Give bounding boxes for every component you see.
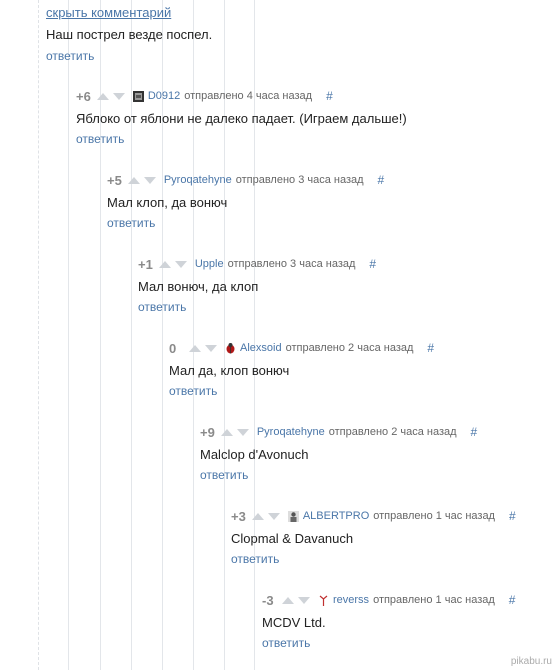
thread-line-0 — [38, 0, 39, 670]
comment-reply-link[interactable]: ответить — [107, 216, 384, 230]
comment-author-link[interactable]: Upple — [195, 258, 224, 270]
comment-reply-link[interactable]: ответить — [138, 300, 376, 314]
downvote-arrow-icon[interactable] — [174, 260, 187, 268]
comment-author-link[interactable]: Alexsoid — [240, 342, 282, 354]
thread-line-1 — [68, 0, 69, 670]
comment-rating: +1 — [138, 256, 153, 272]
upvote-arrow-icon[interactable] — [189, 344, 201, 352]
comment-permalink[interactable]: # — [326, 89, 333, 103]
comment-author-link[interactable]: Pyroqatehyne — [257, 426, 325, 438]
comment-rating: +9 — [200, 424, 215, 440]
comment: +5 Pyroqatehyne отправлено 3 часа назад … — [107, 171, 385, 231]
hide-comment-link[interactable]: скрыть комментарий — [46, 5, 171, 20]
comment: 0 Alexsoid отправлено 2 часа назад # Мал… — [169, 339, 434, 399]
comment-author-link[interactable]: D0912 — [148, 90, 180, 102]
downvote-arrow-icon[interactable] — [267, 512, 280, 520]
comment-timestamp: отправлено 2 часа назад — [328, 426, 457, 438]
comment-timestamp: отправлено 2 часа назад — [285, 342, 414, 354]
comment-permalink[interactable]: # — [509, 593, 516, 607]
downvote-arrow-icon[interactable] — [143, 176, 156, 184]
comment-permalink[interactable]: # — [369, 257, 376, 271]
comment-timestamp: отправлено 1 час назад — [373, 594, 495, 606]
upvote-arrow-icon[interactable] — [282, 596, 294, 604]
site-watermark: pikabu.ru — [510, 656, 552, 667]
comment-text: MCDV Ltd. — [262, 615, 326, 630]
red-bug-icon — [225, 342, 236, 354]
comment-author-link[interactable]: reverss — [333, 594, 369, 606]
downvote-arrow-icon[interactable] — [205, 344, 217, 352]
comment-reply-link[interactable]: ответить — [262, 636, 515, 650]
root-reply-link[interactable]: ответить — [46, 49, 94, 63]
comment-timestamp: отправлено 1 час назад — [373, 510, 495, 522]
comment-text: Malclop d'Avonuch — [200, 447, 309, 462]
comment-reply-link[interactable]: ответить — [76, 132, 407, 146]
comment-reply-link[interactable]: ответить — [231, 552, 516, 566]
upvote-arrow-icon[interactable] — [127, 176, 140, 184]
comment: +6 D0912 отправлено 4 часа назад # Яблок… — [76, 87, 407, 147]
upvote-arrow-icon[interactable] — [251, 512, 264, 520]
comment-timestamp: отправлено 3 часа назад — [235, 174, 364, 186]
comment-text: Мал да, клоп вонюч — [169, 363, 290, 378]
red-tool-icon — [318, 595, 329, 606]
comment: +9 Pyroqatehyne отправлено 2 часа назад … — [200, 423, 478, 483]
comment-permalink[interactable]: # — [471, 425, 478, 439]
downvote-arrow-icon[interactable] — [236, 428, 249, 436]
comment-text: Clopmal & Davanuch — [231, 531, 354, 546]
gray-figure-icon — [287, 510, 299, 522]
comment-reply-link[interactable]: ответить — [169, 384, 434, 398]
upvote-arrow-icon[interactable] — [220, 428, 233, 436]
comment-author-link[interactable]: ALBERTPRO — [303, 510, 369, 522]
comment-permalink[interactable]: # — [509, 509, 516, 523]
comment-text: Яблоко от яблони не далеко падает. (Игра… — [76, 111, 407, 126]
comment-author-link[interactable]: Pyroqatehyne — [164, 174, 232, 186]
downvote-arrow-icon[interactable] — [112, 92, 125, 100]
avatar-image-icon — [132, 90, 144, 102]
comment-rating: +3 — [231, 508, 246, 524]
comment: +3 ALBERTPRO отправлено 1 час назад # Cl… — [231, 507, 516, 567]
comment-rating: +5 — [107, 172, 122, 188]
comment-timestamp: отправлено 3 часа назад — [227, 258, 356, 270]
comment: -3 reverss отправлено 1 час назад # MCDV… — [262, 591, 516, 651]
comment-text: Мал вонюч, да клоп — [138, 279, 259, 294]
comment-timestamp: отправлено 4 часа назад — [184, 90, 313, 102]
comment-rating: 0 — [169, 340, 177, 356]
upvote-arrow-icon[interactable] — [96, 92, 109, 100]
comment: +1 Upple отправлено 3 часа назад # Мал в… — [138, 255, 376, 315]
root-comment-text: Наш пострел везде поспел. — [46, 27, 213, 42]
comment-permalink[interactable]: # — [427, 341, 434, 355]
comment-rating: +6 — [76, 88, 91, 104]
comment-rating: -3 — [262, 592, 274, 608]
downvote-arrow-icon[interactable] — [298, 596, 310, 604]
comment-reply-link[interactable]: ответить — [200, 468, 477, 482]
comment-text: Мал клоп, да вонюч — [107, 195, 228, 210]
comment-permalink[interactable]: # — [378, 173, 385, 187]
upvote-arrow-icon[interactable] — [158, 260, 171, 268]
